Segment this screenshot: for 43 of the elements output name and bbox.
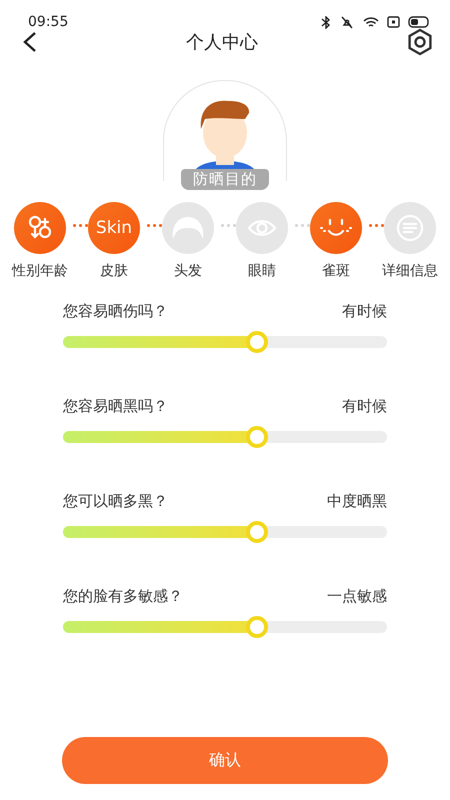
- slider-thumb[interactable]: [246, 426, 268, 448]
- dotted-connector: [221, 224, 236, 227]
- list-icon: [395, 213, 425, 243]
- answer-text: 中度晒黑: [327, 492, 387, 511]
- question-text: 您的脸有多敏感？: [63, 587, 183, 606]
- wifi-icon: [363, 16, 379, 28]
- back-button[interactable]: [22, 31, 38, 53]
- battery-icon: [408, 16, 430, 28]
- step-button[interactable]: [310, 202, 362, 254]
- question-text: 您容易晒伤吗？: [63, 302, 168, 321]
- answer-text: 一点敏感: [327, 587, 387, 606]
- hair-icon: [171, 215, 205, 241]
- slider[interactable]: [63, 521, 387, 543]
- profile-tag: 防晒目的: [181, 169, 269, 190]
- page-title: 个人中心: [186, 31, 258, 54]
- dotted-connector: [73, 224, 88, 227]
- slider-thumb[interactable]: [246, 521, 268, 543]
- question-text: 您容易晒黑吗？: [63, 397, 168, 416]
- dotted-connector: [295, 224, 310, 227]
- status-time: 09:55: [28, 14, 68, 30]
- question-text: 您可以晒多黑？: [63, 492, 168, 511]
- slider[interactable]: [63, 616, 387, 638]
- slider[interactable]: [63, 331, 387, 353]
- mute-icon: [339, 16, 355, 28]
- step-button[interactable]: [14, 202, 66, 254]
- step-label: 头发: [174, 262, 202, 280]
- slider-thumb[interactable]: [246, 616, 268, 638]
- slider[interactable]: [63, 426, 387, 448]
- slider-thumb[interactable]: [246, 331, 268, 353]
- step-label: 皮肤: [100, 262, 128, 280]
- settings-button[interactable]: [406, 28, 434, 56]
- answer-text: 有时候: [342, 397, 387, 416]
- dotted-connector: [147, 224, 162, 227]
- sim-icon: [387, 16, 400, 28]
- step-button[interactable]: Skin: [88, 202, 140, 254]
- bluetooth-icon: [321, 16, 331, 28]
- step-label: 性别年龄: [12, 262, 68, 280]
- step-label: 眼睛: [248, 262, 276, 280]
- step-label: 详细信息: [382, 262, 438, 280]
- dotted-connector: [369, 224, 384, 227]
- answer-text: 有时候: [342, 302, 387, 321]
- step-label: 雀斑: [322, 262, 350, 280]
- confirm-button[interactable]: 确认: [62, 737, 388, 784]
